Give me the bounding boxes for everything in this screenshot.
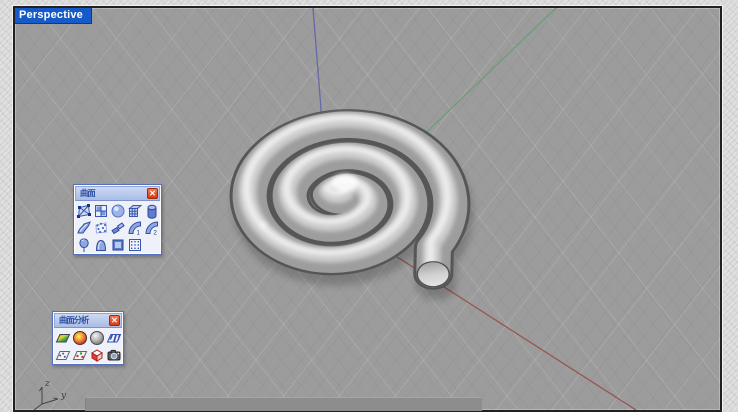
revolve-icon[interactable]	[75, 236, 92, 253]
sweep-1-rail-icon[interactable]: 1	[126, 219, 143, 236]
svg-text:1: 1	[136, 230, 140, 236]
sphere-icon[interactable]	[109, 202, 126, 219]
surface-toolbar-title: 曲面	[80, 188, 96, 198]
bottom-scrollbar[interactable]	[85, 397, 482, 411]
perspective-viewport[interactable]: Perspective z y 曲面 ✕ 12 曲面分析 ✕	[13, 6, 722, 412]
sweep-2-rails-icon[interactable]: 2	[143, 219, 160, 236]
specular-highlight	[332, 174, 358, 192]
cutting-plane-icon[interactable]	[109, 236, 126, 253]
extrude-cylinder-icon[interactable]	[143, 202, 160, 219]
viewport-title[interactable]: Perspective	[15, 8, 92, 24]
specular-sparkle	[260, 222, 266, 228]
surface-analysis-toolbar-titlebar[interactable]: 曲面分析 ✕	[54, 313, 122, 328]
surface-from-curve-network-icon[interactable]	[126, 202, 143, 219]
close-icon[interactable]: ✕	[109, 315, 120, 326]
surface-toolbar-titlebar[interactable]: 曲面 ✕	[75, 186, 160, 201]
zebra-analysis-icon[interactable]	[105, 329, 122, 346]
surface-analysis-toolbar-grid	[54, 329, 122, 363]
snapshot-camera-icon[interactable]	[105, 346, 122, 363]
curvature-sphere-icon[interactable]	[71, 329, 88, 346]
heightfield-icon[interactable]	[126, 236, 143, 253]
patch-from-points-icon[interactable]	[92, 219, 109, 236]
surface-from-corner-points-icon[interactable]	[75, 202, 92, 219]
surface-analysis-toolbar[interactable]: 曲面分析 ✕	[52, 311, 124, 365]
axis-indicator-y-label: y	[60, 391, 67, 401]
loft-icon[interactable]	[75, 219, 92, 236]
axis-indicator: z y	[33, 379, 67, 410]
curvature-analysis-icon[interactable]	[54, 329, 71, 346]
edge-analysis-icon[interactable]	[88, 346, 105, 363]
axis-indicator-z-label: z	[44, 379, 50, 389]
close-icon[interactable]: ✕	[147, 188, 158, 199]
rail-revolve-icon[interactable]	[92, 236, 109, 253]
surface-toolbar[interactable]: 曲面 ✕ 12	[73, 184, 162, 255]
surface-from-edge-curves-icon[interactable]	[92, 202, 109, 219]
svg-text:2: 2	[153, 230, 157, 236]
spiral-coil-object[interactable]	[215, 87, 507, 319]
deviation-analysis-icon[interactable]	[71, 346, 88, 363]
draft-angle-analysis-icon[interactable]	[54, 346, 71, 363]
surface-analysis-toolbar-title: 曲面分析	[59, 315, 89, 325]
surface-toolbar-grid: 12	[75, 202, 160, 253]
sweep-segments-icon[interactable]	[109, 219, 126, 236]
environment-map-icon[interactable]	[88, 329, 105, 346]
